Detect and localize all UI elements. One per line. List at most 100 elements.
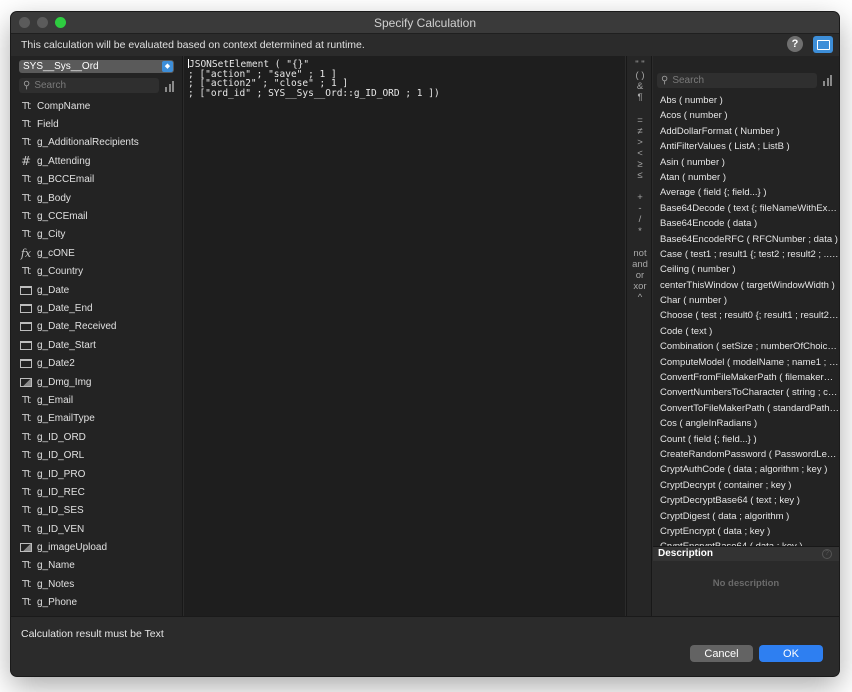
help-button[interactable]: ? — [787, 36, 803, 52]
operator-button[interactable]: or — [627, 270, 653, 281]
function-list-item[interactable]: ConvertFromFileMakerPath ( filemakerPath… — [653, 370, 839, 385]
field-list-item[interactable]: Tt g_Country — [11, 263, 182, 281]
table-select[interactable]: SYS__Sys__Ord ◆ — [19, 60, 174, 73]
field-list-item[interactable]: g_imageUpload — [11, 538, 182, 556]
operator-button[interactable]: " " — [627, 60, 653, 70]
function-list-item[interactable]: Base64Decode ( text {; fileNameWithExten… — [653, 201, 839, 216]
text-field-icon: Tt — [21, 192, 31, 204]
field-list-item[interactable]: Tt g_ID_REC — [11, 483, 182, 501]
field-list-item[interactable]: g_Date_Received — [11, 318, 182, 336]
function-list-item[interactable]: Atan ( number ) — [653, 170, 839, 185]
field-list-item[interactable]: Tt Field — [11, 115, 182, 133]
field-list-item[interactable]: Tt g_ID_VEN — [11, 520, 182, 538]
operator-button[interactable]: not — [627, 248, 653, 259]
operator-button[interactable]: ( ) — [627, 71, 653, 81]
description-help-icon[interactable]: ? — [822, 549, 832, 559]
field-list-item[interactable]: Tt g_ID_ORD — [11, 428, 182, 446]
field-list-item[interactable]: g_Date_End — [11, 299, 182, 317]
function-list-item[interactable]: Average ( field {; field...} ) — [653, 185, 839, 200]
function-list-item[interactable]: Choose ( test ; result0 {; result1 ; res… — [653, 308, 839, 323]
field-list-item[interactable]: Tt g_ID_SES — [11, 502, 182, 520]
function-list-item[interactable]: centerThisWindow ( targetWindowWidth ) — [653, 278, 839, 293]
function-list-item[interactable]: ConvertNumbersToCharacter ( string ; cha… — [653, 385, 839, 400]
field-name: g_Name — [37, 560, 75, 572]
cancel-button[interactable]: Cancel — [690, 645, 753, 662]
function-view-options-icon[interactable] — [823, 75, 832, 86]
function-list-item[interactable]: Combination ( setSize ; numberOfChoices … — [653, 339, 839, 354]
function-list-item[interactable]: Count ( field {; field...} ) — [653, 432, 839, 447]
function-list-item[interactable]: CryptAuthCode ( data ; algorithm ; key ) — [653, 462, 839, 477]
function-list-item[interactable]: CryptDecryptBase64 ( text ; key ) — [653, 493, 839, 508]
operator-button[interactable]: ≥ — [627, 159, 653, 170]
field-list-item[interactable]: Tt g_Email — [11, 391, 182, 409]
field-list-item[interactable]: # g_Attending — [11, 152, 182, 170]
function-list-item[interactable]: Char ( number ) — [653, 293, 839, 308]
operator-button[interactable]: & — [627, 82, 653, 92]
select-arrows-icon: ◆ — [162, 61, 173, 72]
function-list-item[interactable]: Base64Encode ( data ) — [653, 216, 839, 231]
function-list-item[interactable]: AntiFilterValues ( ListA ; ListB ) — [653, 139, 839, 154]
field-list-item[interactable]: Tt g_Body — [11, 189, 182, 207]
field-list-item[interactable]: Tt g_City — [11, 226, 182, 244]
function-list-item[interactable]: Asin ( number ) — [653, 155, 839, 170]
function-list-item[interactable]: Ceiling ( number ) — [653, 262, 839, 277]
calculation-editor[interactable]: JSONSetElement ( "{}"; ["action" ; "save… — [184, 56, 625, 616]
field-name: g_Date_End — [37, 302, 93, 314]
function-list-item[interactable]: Case ( test1 ; result1 {; test2 ; result… — [653, 247, 839, 262]
operator-button[interactable]: + — [627, 193, 653, 203]
field-list-item[interactable]: Tt g_Notes — [11, 575, 182, 593]
field-list-item[interactable]: g_Date — [11, 281, 182, 299]
toggle-panel-button[interactable] — [813, 36, 833, 53]
function-search-input[interactable]: ⚲ Search — [657, 73, 817, 88]
ok-button[interactable]: OK — [759, 645, 823, 662]
operator-button[interactable]: < — [627, 148, 653, 159]
field-list-item[interactable]: g_Dmg_Img — [11, 373, 182, 391]
function-list-item[interactable]: Abs ( number ) — [653, 93, 839, 108]
function-list-item[interactable]: CryptDigest ( data ; algorithm ) — [653, 509, 839, 524]
calculation-field-icon: fx — [20, 246, 32, 260]
operator-button[interactable]: ≠ — [627, 126, 653, 137]
operator-button[interactable]: ^ — [627, 293, 653, 303]
field-list-item[interactable]: Tt g_Phone — [11, 594, 182, 612]
field-list-item[interactable]: Tt g_BCCEmail — [11, 171, 182, 189]
field-list-item[interactable]: Tt g_ID_PRO — [11, 465, 182, 483]
field-list-item[interactable]: Tt g_CCEmail — [11, 207, 182, 225]
zoom-window-icon[interactable] — [55, 17, 66, 28]
field-name: g_cONE — [37, 247, 75, 259]
field-list-item[interactable]: fx g_cONE — [11, 244, 182, 262]
field-list-item[interactable]: Tt g_Name — [11, 557, 182, 575]
field-list-item[interactable]: g_Date2 — [11, 354, 182, 372]
function-list-item[interactable]: ConvertToFileMakerPath ( standardPath ; … — [653, 401, 839, 416]
field-name: g_Body — [37, 192, 71, 204]
function-list-item[interactable]: Cos ( angleInRadians ) — [653, 416, 839, 431]
operator-button[interactable]: - — [627, 204, 653, 214]
function-list-item[interactable]: ComputeModel ( modelName ; name1 ; value… — [653, 355, 839, 370]
operator-button[interactable]: ≤ — [627, 171, 653, 181]
field-list-item[interactable]: Tt g_ID_ORL — [11, 446, 182, 464]
function-list-item[interactable]: CryptEncrypt ( data ; key ) — [653, 524, 839, 539]
operator-button[interactable]: / — [627, 215, 653, 225]
close-window-icon[interactable] — [19, 17, 30, 28]
search-icon: ⚲ — [661, 75, 669, 86]
function-list-item[interactable]: Base64EncodeRFC ( RFCNumber ; data ) — [653, 232, 839, 247]
operator-button[interactable]: = — [627, 115, 653, 126]
function-list-item[interactable]: AddDollarFormat ( Number ) — [653, 124, 839, 139]
sort-options-icon[interactable] — [165, 81, 174, 92]
field-list-item[interactable]: Tt CompName — [11, 97, 182, 115]
function-list-item[interactable]: Acos ( number ) — [653, 108, 839, 123]
function-list-item[interactable]: CryptEncryptBase64 ( data ; key ) — [653, 539, 839, 546]
field-list-item[interactable]: g_Date_Start — [11, 336, 182, 354]
date-field-icon — [19, 359, 33, 369]
operator-button[interactable]: and — [627, 259, 653, 270]
operator-button[interactable]: * — [627, 226, 653, 237]
field-list-item[interactable]: Tt g_AdditionalRecipients — [11, 134, 182, 152]
operator-button[interactable]: ¶ — [627, 93, 653, 103]
operator-button[interactable]: > — [627, 137, 653, 148]
operator-button[interactable]: xor — [627, 282, 653, 292]
function-list-item[interactable]: CryptDecrypt ( container ; key ) — [653, 478, 839, 493]
minimize-window-icon[interactable] — [37, 17, 48, 28]
field-search-input[interactable]: ⚲ Search — [19, 78, 159, 93]
function-list-item[interactable]: CreateRandomPassword ( PasswordLength ) — [653, 447, 839, 462]
function-list-item[interactable]: Code ( text ) — [653, 324, 839, 339]
field-list-item[interactable]: Tt g_EmailType — [11, 410, 182, 428]
